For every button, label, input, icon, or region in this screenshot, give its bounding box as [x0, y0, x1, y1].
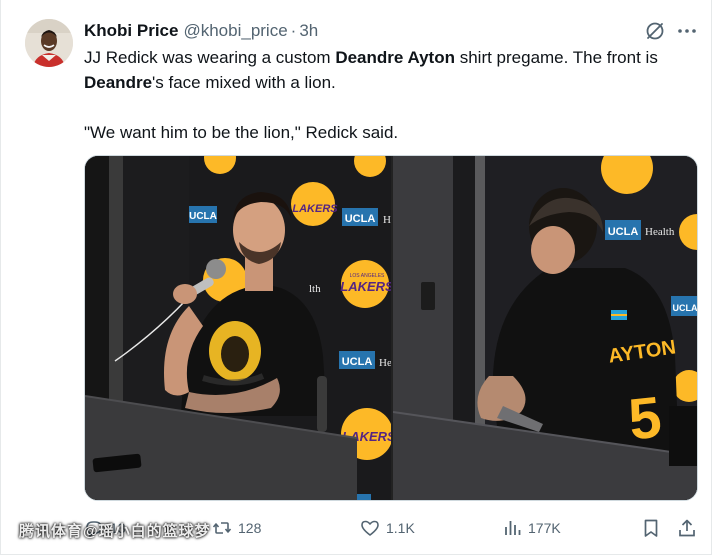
tweet-header: Khobi Price @khobi_price · 3h	[84, 20, 318, 42]
backdrop-ucla-text: UCLA	[189, 211, 217, 222]
tweet-line-2: Deandre's face mixed with a lion.	[84, 73, 336, 92]
share-icon	[679, 519, 695, 537]
backdrop-ucla-text: UCLA	[345, 213, 376, 225]
like-button[interactable]: 1.1K	[360, 514, 415, 542]
backdrop-health-text: He	[383, 214, 391, 226]
repost-count: 128	[238, 520, 262, 536]
like-icon	[361, 520, 379, 536]
share-button[interactable]	[677, 514, 703, 542]
backdrop-health-text: Health	[645, 226, 675, 238]
grok-icon[interactable]	[644, 20, 666, 42]
tweet-line-1: JJ Redick was wearing a custom Deandre A…	[84, 48, 658, 67]
shirt-number-text: 5	[626, 385, 665, 453]
bold-name: Deandre Ayton	[335, 48, 455, 67]
tweet-card[interactable]: Khobi Price @khobi_price · 3h JJ Redick …	[0, 0, 712, 555]
author-name[interactable]: Khobi Price	[84, 21, 178, 41]
backdrop-ucla-text: UCLA	[608, 226, 639, 238]
photo-right[interactable]: UCLA UCLA Health AYTON 5	[393, 156, 698, 501]
like-count: 1.1K	[386, 520, 415, 536]
author-handle[interactable]: @khobi_price	[183, 21, 287, 41]
backdrop-health-text: lth	[309, 283, 321, 295]
views-button[interactable]: 177K	[502, 514, 561, 542]
bookmark-button[interactable]	[641, 514, 667, 542]
watermark-text: 腾讯体育@瑶小白的篮球梦	[19, 523, 211, 540]
tweet-text: JJ Redick was wearing a custom Deandre A…	[84, 45, 699, 145]
timestamp[interactable]: 3h	[299, 21, 318, 41]
photo-left[interactable]: UCLA UCLA UCLA He He lth LOS ANGELES LAK…	[85, 156, 391, 501]
bold-name: Deandre	[84, 73, 153, 92]
tweet-quote: "We want him to be the lion," Redick sai…	[84, 123, 399, 142]
views-icon	[505, 521, 521, 535]
backdrop-ucla-text: UCLA	[673, 303, 698, 313]
separator-dot: ·	[290, 21, 297, 40]
backdrop-lakers-text: LAKERS	[292, 203, 338, 215]
repost-button[interactable]: 128	[212, 514, 261, 542]
backdrop-health-text: He	[379, 357, 391, 369]
more-icon[interactable]	[676, 20, 698, 42]
media-grid[interactable]: UCLA UCLA UCLA He He lth LOS ANGELES LAK…	[84, 155, 698, 501]
repost-icon	[212, 522, 232, 534]
backdrop-ucla-text: UCLA	[342, 356, 373, 368]
bookmark-icon	[644, 519, 658, 537]
backdrop-lakers-text: LAKERS	[340, 279, 391, 294]
avatar[interactable]	[25, 19, 73, 67]
views-count: 177K	[528, 520, 561, 536]
